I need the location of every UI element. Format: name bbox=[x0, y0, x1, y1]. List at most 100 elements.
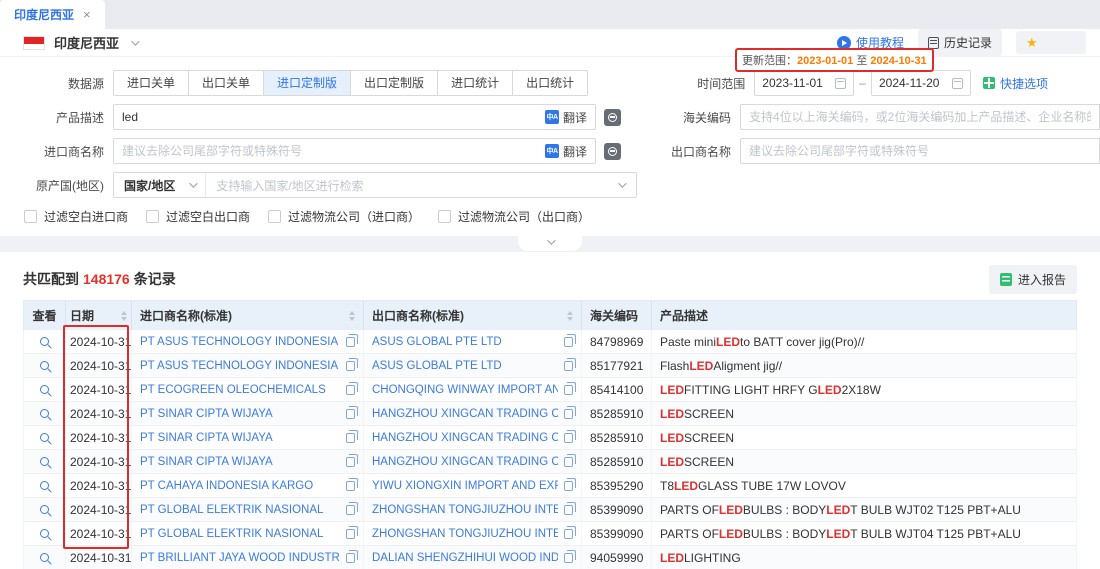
view-record-icon[interactable] bbox=[40, 529, 49, 538]
sort-icon[interactable] bbox=[121, 311, 127, 321]
table-row[interactable]: 2024-10-31 PT BRILLIANT JAYA WOOD INDUST… bbox=[23, 546, 1077, 569]
view-record-icon[interactable] bbox=[40, 385, 49, 394]
filter-checkbox[interactable]: 过滤空白出口商 bbox=[146, 208, 250, 225]
view-record-icon[interactable] bbox=[40, 409, 49, 418]
col-header-exporter[interactable]: 出口商名称(标准) bbox=[364, 301, 582, 330]
importer-link[interactable]: PT SINAR CIPTA WIJAYA bbox=[140, 456, 340, 468]
copy-icon[interactable] bbox=[346, 409, 355, 419]
exporter-link[interactable]: DALIAN SHENGZHIHUI WOOD INDUST... bbox=[372, 552, 558, 564]
copy-icon[interactable] bbox=[564, 361, 573, 371]
copy-icon[interactable] bbox=[564, 409, 573, 419]
table-row[interactable]: 2024-10-31 PT GLOBAL ELEKTRIK NASIONAL Z… bbox=[23, 498, 1077, 522]
copy-icon[interactable] bbox=[346, 481, 355, 491]
date-to-input[interactable] bbox=[879, 76, 946, 90]
exact-match-toggle[interactable] bbox=[604, 109, 621, 126]
product-desc-field[interactable]: 中A 翻译 bbox=[113, 104, 596, 130]
table-row[interactable]: 2024-10-31 PT ASUS TECHNOLOGY INDONESIA … bbox=[23, 354, 1077, 378]
exporter-link[interactable]: ZHONGSHAN TONGJIUZHOU INTERNA... bbox=[372, 528, 558, 540]
close-icon[interactable]: × bbox=[83, 8, 91, 21]
copy-icon[interactable] bbox=[564, 385, 573, 395]
importer-link[interactable]: PT ECOGREEN OLEOCHEMICALS bbox=[140, 384, 340, 396]
view-record-icon[interactable] bbox=[40, 361, 49, 370]
exporter-input[interactable] bbox=[749, 144, 1091, 158]
view-record-icon[interactable] bbox=[40, 457, 49, 466]
view-record-icon[interactable] bbox=[40, 553, 49, 562]
enter-report-button[interactable]: 进入报告 bbox=[989, 265, 1077, 294]
table-row[interactable]: 2024-10-31 PT GLOBAL ELEKTRIK NASIONAL Z… bbox=[23, 522, 1077, 546]
exporter-field[interactable] bbox=[740, 138, 1100, 164]
copy-icon[interactable] bbox=[346, 433, 355, 443]
product-desc-input[interactable] bbox=[122, 110, 537, 124]
exporter-link[interactable]: ASUS GLOBAL PTE LTD bbox=[372, 336, 558, 348]
datasource-tab[interactable]: 进口统计 bbox=[437, 70, 513, 96]
view-record-icon[interactable] bbox=[40, 337, 49, 346]
view-record-icon[interactable] bbox=[40, 481, 49, 490]
importer-input[interactable] bbox=[122, 144, 537, 158]
table-row[interactable]: 2024-10-31 PT SINAR CIPTA WIJAYA HANGZHO… bbox=[23, 450, 1077, 474]
copy-icon[interactable] bbox=[564, 337, 573, 347]
exporter-link[interactable]: HANGZHOU XINGCAN TRADING CO LTD bbox=[372, 432, 558, 444]
date-from-input[interactable] bbox=[762, 76, 829, 90]
col-header-importer[interactable]: 进口商名称(标准) bbox=[132, 301, 364, 330]
favorite-button[interactable]: ★ bbox=[1016, 31, 1086, 54]
filter-checkbox[interactable]: 过滤空白进口商 bbox=[24, 208, 128, 225]
exporter-link[interactable]: HANGZHOU XINGCAN TRADING CO LTD bbox=[372, 456, 558, 468]
exporter-link[interactable]: CHONGQING WINWAY IMPORT AND E... bbox=[372, 384, 558, 396]
view-record-icon[interactable] bbox=[40, 433, 49, 442]
checkbox-box[interactable] bbox=[268, 210, 281, 223]
table-row[interactable]: 2024-10-31 PT ASUS TECHNOLOGY INDONESIA … bbox=[23, 330, 1077, 354]
checkbox-box[interactable] bbox=[438, 210, 451, 223]
exporter-link[interactable]: ASUS GLOBAL PTE LTD bbox=[372, 360, 558, 372]
quick-options-button[interactable]: 快捷选项 bbox=[983, 75, 1048, 92]
view-record-icon[interactable] bbox=[40, 505, 49, 514]
exporter-link[interactable]: YIWU XIONGXIN IMPORT AND EXPORT... bbox=[372, 480, 558, 492]
copy-icon[interactable] bbox=[564, 457, 573, 467]
tab-indonesia[interactable]: 印度尼西亚 × bbox=[0, 0, 105, 29]
translate-button[interactable]: 中A 翻译 bbox=[537, 109, 587, 126]
exporter-link[interactable]: ZHONGSHAN TONGJIUZHOU INTERNA... bbox=[372, 504, 558, 516]
importer-link[interactable]: PT BRILLIANT JAYA WOOD INDUSTRY bbox=[140, 552, 340, 564]
origin-select[interactable]: 国家/地区 bbox=[114, 173, 206, 197]
copy-icon[interactable] bbox=[564, 505, 573, 515]
copy-icon[interactable] bbox=[346, 385, 355, 395]
importer-field[interactable]: 中A 翻译 bbox=[113, 138, 596, 164]
table-row[interactable]: 2024-10-31 PT SINAR CIPTA WIJAYA HANGZHO… bbox=[23, 426, 1077, 450]
importer-link[interactable]: PT GLOBAL ELEKTRIK NASIONAL bbox=[140, 528, 340, 540]
importer-link[interactable]: PT ASUS TECHNOLOGY INDONESIA BA... bbox=[140, 336, 340, 348]
table-row[interactable]: 2024-10-31 PT ECOGREEN OLEOCHEMICALS CHO… bbox=[23, 378, 1077, 402]
chevron-down-icon[interactable] bbox=[131, 37, 139, 45]
hs-code-input[interactable] bbox=[749, 110, 1091, 124]
hs-code-field[interactable] bbox=[740, 104, 1100, 130]
filter-checkbox[interactable]: 过滤物流公司（出口商） bbox=[438, 208, 590, 225]
copy-icon[interactable] bbox=[346, 553, 355, 563]
copy-icon[interactable] bbox=[346, 457, 355, 467]
date-to-field[interactable] bbox=[871, 70, 971, 96]
copy-icon[interactable] bbox=[346, 337, 355, 347]
importer-link[interactable]: PT SINAR CIPTA WIJAYA bbox=[140, 408, 340, 420]
collapse-filter-button[interactable] bbox=[518, 236, 582, 251]
datasource-tab[interactable]: 进口定制版 bbox=[263, 70, 351, 96]
importer-link[interactable]: PT CAHAYA INDONESIA KARGO bbox=[140, 480, 340, 492]
copy-icon[interactable] bbox=[564, 433, 573, 443]
datasource-tab[interactable]: 出口统计 bbox=[512, 70, 588, 96]
translate-button[interactable]: 中A 翻译 bbox=[537, 143, 587, 160]
importer-link[interactable]: PT SINAR CIPTA WIJAYA bbox=[140, 432, 340, 444]
checkbox-box[interactable] bbox=[24, 210, 37, 223]
exporter-link[interactable]: HANGZHOU XINGCAN TRADING CO LTD bbox=[372, 408, 558, 420]
origin-field[interactable]: 国家/地区 支持输入国家/地区进行检索 bbox=[113, 172, 637, 198]
importer-link[interactable]: PT ASUS TECHNOLOGY INDONESIA BA... bbox=[140, 360, 340, 372]
importer-link[interactable]: PT GLOBAL ELEKTRIK NASIONAL bbox=[140, 504, 340, 516]
table-row[interactable]: 2024-10-31 PT SINAR CIPTA WIJAYA HANGZHO… bbox=[23, 402, 1077, 426]
sort-icon[interactable] bbox=[567, 311, 573, 321]
copy-icon[interactable] bbox=[564, 553, 573, 563]
exact-match-toggle[interactable] bbox=[604, 143, 621, 160]
table-row[interactable]: 2024-10-31 PT CAHAYA INDONESIA KARGO YIW… bbox=[23, 474, 1077, 498]
copy-icon[interactable] bbox=[564, 529, 573, 539]
filter-checkbox[interactable]: 过滤物流公司（进口商） bbox=[268, 208, 420, 225]
datasource-tab[interactable]: 出口关单 bbox=[188, 70, 264, 96]
copy-icon[interactable] bbox=[564, 481, 573, 491]
copy-icon[interactable] bbox=[346, 505, 355, 515]
checkbox-box[interactable] bbox=[146, 210, 159, 223]
col-header-date[interactable]: 日期 bbox=[66, 301, 132, 330]
datasource-tab[interactable]: 进口关单 bbox=[113, 70, 189, 96]
